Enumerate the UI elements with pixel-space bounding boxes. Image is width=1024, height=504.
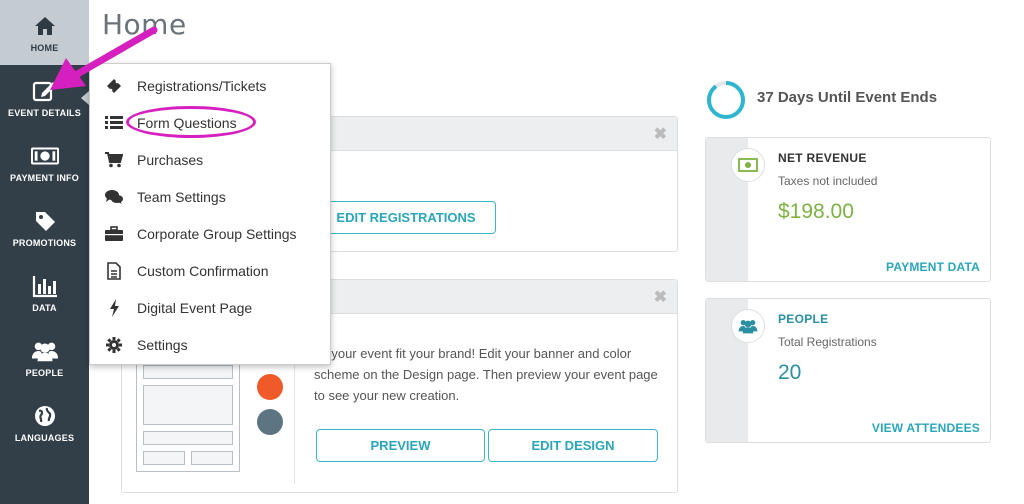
sidebar-item-label: DATA [32, 302, 57, 313]
menu-item-label: Corporate Group Settings [137, 225, 297, 242]
wireframe-block [143, 385, 233, 425]
money-icon [738, 158, 758, 172]
people-icon-badge [731, 309, 765, 343]
menu-item-digital-event-page[interactable]: Digital Event Page [90, 289, 332, 326]
sidebar-item-label: PROMOTIONS [12, 237, 77, 248]
color-swatch-slate [257, 409, 283, 435]
document-icon [105, 261, 123, 280]
wireframe-block [143, 431, 233, 445]
list-icon [105, 114, 123, 132]
menu-item-label: Custom Confirmation [137, 262, 269, 279]
net-revenue-card: NET REVENUE Taxes not included $198.00 P… [705, 137, 991, 282]
gear-icon [105, 336, 123, 354]
view-attendees-link[interactable]: VIEW ATTENDEES [872, 421, 980, 435]
people-title: PEOPLE [778, 312, 829, 326]
money-icon [30, 143, 59, 169]
cart-icon [105, 151, 123, 169]
people-icon [738, 320, 758, 334]
sidebar-item-promotions[interactable]: PROMOTIONS [0, 195, 89, 260]
revenue-icon-badge [731, 148, 765, 182]
color-swatch-orange [257, 374, 283, 400]
design-wireframe-illustration [136, 358, 240, 472]
menu-item-label: Settings [137, 336, 188, 353]
sidebar-item-data[interactable]: DATA [0, 260, 89, 325]
sidebar-item-label: PEOPLE [25, 367, 64, 378]
payment-data-link[interactable]: PAYMENT DATA [886, 260, 980, 274]
design-description: ke your event fit your brand! Edit your … [314, 346, 658, 403]
tag-icon [31, 208, 59, 234]
bolt-icon [105, 298, 123, 317]
menu-item-purchases[interactable]: Purchases [90, 141, 332, 178]
countdown-ring-icon [707, 81, 745, 119]
bar-chart-icon [31, 273, 59, 299]
sidebar-item-label: PAYMENT INFO [10, 172, 79, 183]
people-subtitle: Total Registrations [778, 335, 877, 349]
close-icon[interactable]: ✖ [654, 124, 667, 144]
sidebar-item-payment-info[interactable]: PAYMENT INFO [0, 130, 89, 195]
sidebar-item-label: EVENT DETAILS [8, 107, 81, 118]
briefcase-icon [105, 225, 123, 243]
edit-registrations-button[interactable]: EDIT REGISTRATIONS [316, 201, 496, 234]
wireframe-block [143, 451, 185, 465]
annotation-arrow-icon [50, 26, 158, 90]
form-questions-highlight-annotation [126, 106, 256, 138]
globe-icon [31, 403, 59, 429]
wireframe-block [143, 365, 233, 379]
menu-item-custom-confirmation[interactable]: Custom Confirmation [90, 252, 332, 289]
wireframe-block [191, 451, 233, 465]
menu-item-label: Team Settings [137, 188, 226, 205]
revenue-value: $198.00 [778, 200, 854, 223]
sidebar-item-languages[interactable]: LANGUAGES [0, 390, 89, 455]
edit-design-button[interactable]: EDIT DESIGN [488, 429, 658, 462]
sidebar-item-label: LANGUAGES [14, 432, 75, 443]
people-card: PEOPLE Total Registrations 20 VIEW ATTEN… [705, 298, 991, 443]
close-icon[interactable]: ✖ [654, 287, 667, 307]
sidebar-item-people[interactable]: PEOPLE [0, 325, 89, 390]
preview-button[interactable]: PREVIEW [316, 429, 485, 462]
people-icon [31, 338, 59, 364]
menu-item-label: Digital Event Page [137, 299, 253, 316]
menu-item-team-settings[interactable]: Team Settings [90, 178, 332, 215]
menu-item-settings[interactable]: Settings [90, 326, 332, 363]
people-value: 20 [778, 361, 802, 384]
countdown-text: 37 Days Until Event Ends [757, 89, 938, 106]
revenue-subtitle: Taxes not included [778, 174, 878, 188]
menu-item-corporate-group-settings[interactable]: Corporate Group Settings [90, 215, 332, 252]
chat-icon [105, 188, 123, 206]
revenue-title: NET REVENUE [778, 151, 867, 165]
menu-item-label: Purchases [137, 151, 204, 168]
